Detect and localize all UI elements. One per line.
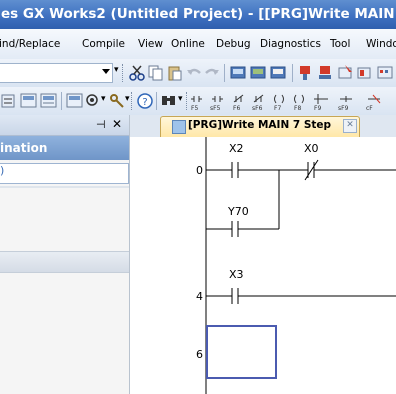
device-label-x0: X0 bbox=[304, 142, 319, 155]
ladder-diagram bbox=[205, 137, 396, 394]
device-label-x2: X2 bbox=[229, 142, 244, 155]
step-number: 6 bbox=[196, 348, 203, 361]
device-label-x3: X3 bbox=[229, 268, 244, 281]
edit-cursor[interactable] bbox=[206, 325, 277, 379]
device-label-y70: Y70 bbox=[228, 205, 249, 218]
step-number: 0 bbox=[196, 164, 203, 177]
step-number: 4 bbox=[196, 290, 203, 303]
